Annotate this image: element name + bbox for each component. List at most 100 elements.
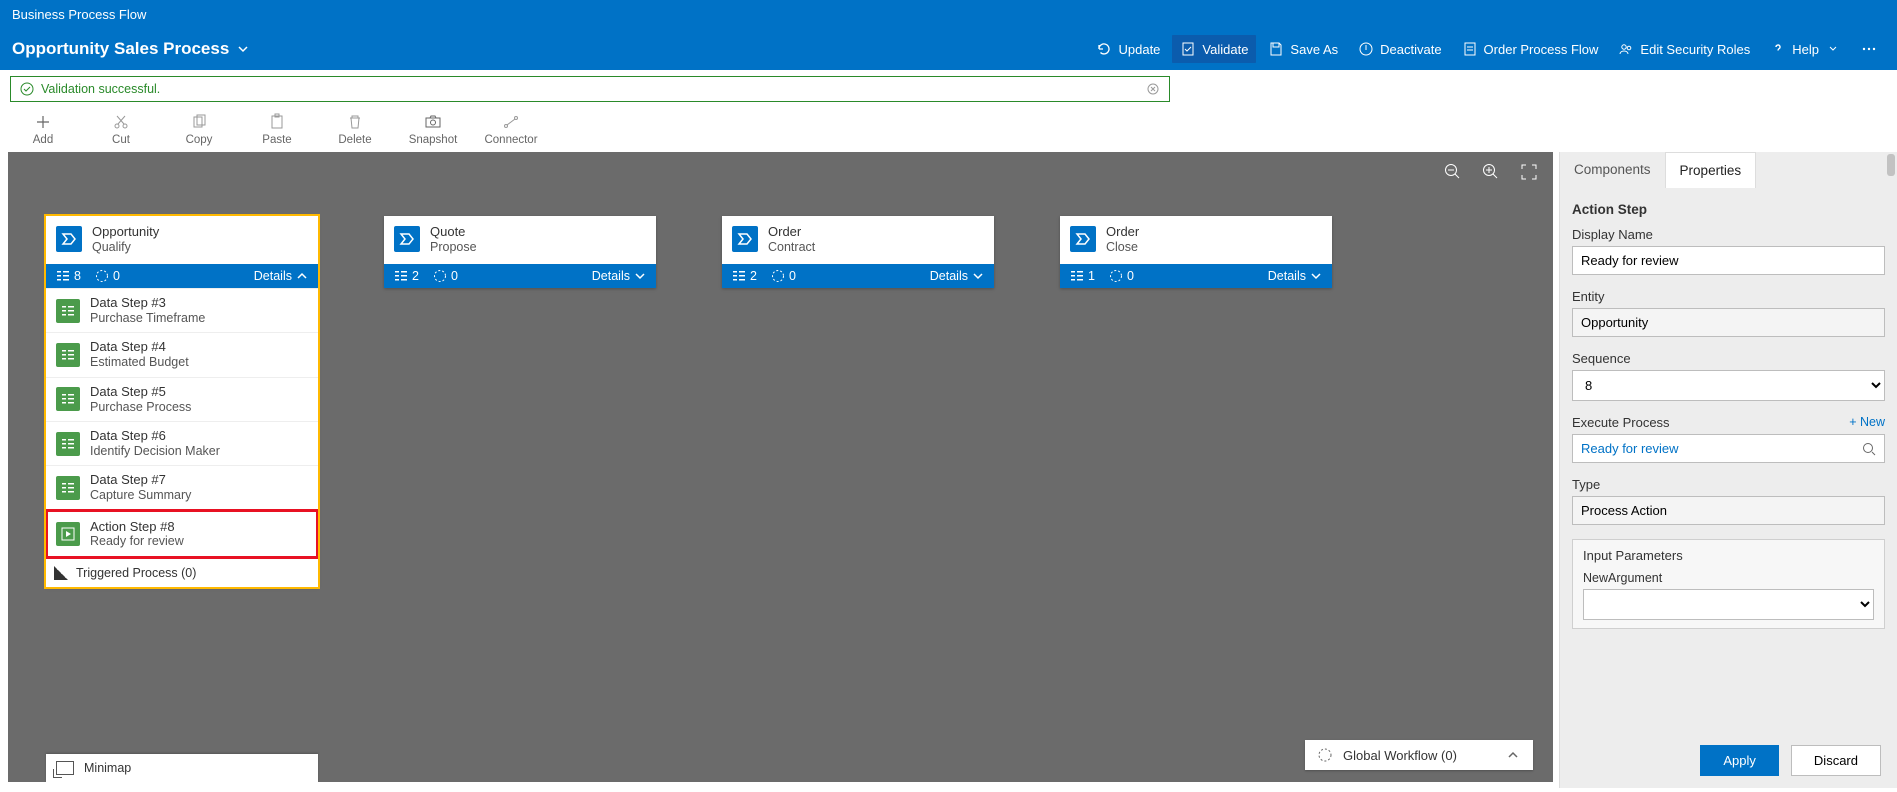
app-title: Business Process Flow	[12, 7, 146, 22]
camera-icon	[423, 112, 443, 132]
chevron-icon	[972, 270, 984, 282]
chevron-icon	[1310, 270, 1322, 282]
copy-icon	[189, 112, 209, 132]
step-title: Data Step #5	[90, 385, 191, 400]
help-button[interactable]: Help	[1762, 35, 1849, 63]
cut-tool[interactable]: Cut	[96, 108, 146, 146]
order-process-button[interactable]: Order Process Flow	[1454, 35, 1607, 63]
panel-scrollbar[interactable]	[1887, 154, 1895, 738]
panel-heading: Action Step	[1572, 202, 1885, 217]
step-title: Data Step #6	[90, 429, 220, 444]
data-step[interactable]: Data Step #3Purchase Timeframe	[46, 288, 318, 332]
minimap-icon	[56, 761, 74, 775]
details-toggle[interactable]: Details	[592, 269, 646, 283]
deactivate-button[interactable]: Deactivate	[1350, 35, 1449, 63]
details-toggle[interactable]: Details	[254, 269, 308, 283]
paste-tool[interactable]: Paste	[252, 108, 302, 146]
process-name-dropdown[interactable]: Opportunity Sales Process	[12, 39, 251, 59]
more-icon	[1861, 41, 1877, 57]
zoom-out-icon[interactable]	[1443, 162, 1463, 182]
data-step[interactable]: Data Step #7Capture Summary	[46, 465, 318, 509]
type-input	[1572, 496, 1885, 525]
list-icon	[56, 387, 80, 411]
save-as-button[interactable]: Save As	[1260, 35, 1346, 63]
execute-process-label: Execute Process+ New	[1572, 415, 1885, 430]
stage-card[interactable]: OrderContract20Details	[722, 216, 994, 288]
details-toggle[interactable]: Details	[930, 269, 984, 283]
zoom-in-icon[interactable]	[1481, 162, 1501, 182]
snapshot-tool[interactable]: Snapshot	[408, 108, 458, 146]
connector-tool[interactable]: Connector	[486, 108, 536, 146]
list-icon	[56, 343, 80, 367]
more-button[interactable]	[1853, 35, 1885, 63]
triggered-label: Triggered Process (0)	[76, 566, 196, 580]
minimap-label: Minimap	[84, 761, 131, 775]
stage-title: Order	[1106, 225, 1139, 240]
display-name-input[interactable]	[1572, 246, 1885, 275]
tab-properties[interactable]: Properties	[1665, 152, 1757, 188]
stage-card[interactable]: QuotePropose20Details	[384, 216, 656, 288]
workflow-count: 0	[433, 269, 458, 283]
connector-icon	[501, 112, 521, 132]
check-circle-icon	[19, 81, 35, 97]
validate-button[interactable]: Validate	[1172, 35, 1256, 63]
stage-card[interactable]: OrderClose10Details	[1060, 216, 1332, 288]
process-name-label: Opportunity Sales Process	[12, 39, 229, 59]
data-step[interactable]: Data Step #4Estimated Budget	[46, 332, 318, 376]
deactivate-label: Deactivate	[1380, 42, 1441, 57]
triggered-process-row[interactable]: Triggered Process (0)	[46, 558, 318, 587]
workflow-count: 0	[771, 269, 796, 283]
list-icon	[56, 432, 80, 456]
action-step[interactable]: Action Step #8Ready for review	[46, 510, 318, 558]
save-icon	[1268, 41, 1284, 57]
copy-label: Copy	[186, 134, 213, 146]
play-icon	[56, 522, 80, 546]
step-field: Capture Summary	[90, 488, 191, 502]
step-field: Ready for review	[90, 534, 184, 548]
type-label: Type	[1572, 477, 1885, 492]
deactivate-icon	[1358, 41, 1374, 57]
cut-label: Cut	[112, 134, 130, 146]
data-step[interactable]: Data Step #5Purchase Process	[46, 377, 318, 421]
param-value-select[interactable]	[1583, 589, 1874, 620]
chevron-icon	[634, 270, 646, 282]
delete-tool[interactable]: Delete	[330, 108, 380, 146]
add-label: Add	[33, 134, 53, 146]
close-icon[interactable]	[1145, 81, 1161, 97]
minimap-toggle[interactable]: Minimap	[46, 754, 318, 782]
tab-components[interactable]: Components	[1560, 152, 1665, 188]
edit-toolbar: Add Cut Copy Paste Delete Snapshot Conne…	[0, 108, 1897, 152]
new-process-link[interactable]: + New	[1849, 415, 1885, 429]
update-label: Update	[1118, 42, 1160, 57]
stage-card[interactable]: OpportunityQualify80DetailsData Step #3P…	[46, 216, 318, 587]
global-workflow-toggle[interactable]: Global Workflow (0)	[1305, 740, 1533, 770]
details-toggle[interactable]: Details	[1268, 269, 1322, 283]
triangle-icon	[54, 566, 68, 580]
people-icon	[1618, 41, 1634, 57]
sequence-select[interactable]: 8	[1572, 370, 1885, 401]
step-field: Purchase Process	[90, 400, 191, 414]
step-field: Estimated Budget	[90, 355, 189, 369]
list-icon	[56, 476, 80, 500]
entity-label: Entity	[1572, 289, 1885, 304]
input-parameters-box: Input Parameters NewArgument	[1572, 539, 1885, 629]
chevron-down-icon	[235, 41, 251, 57]
apply-button[interactable]: Apply	[1700, 745, 1779, 776]
discard-button[interactable]: Discard	[1791, 745, 1881, 776]
execute-process-input[interactable]	[1572, 434, 1885, 463]
fit-screen-icon[interactable]	[1519, 162, 1539, 182]
add-tool[interactable]: Add	[18, 108, 68, 146]
design-canvas[interactable]: OpportunityQualify80DetailsData Step #3P…	[8, 152, 1553, 782]
clipboard-check-icon	[1180, 41, 1196, 57]
search-icon[interactable]	[1861, 441, 1877, 457]
workflow-icon	[1317, 747, 1333, 763]
stage-icon	[56, 226, 82, 252]
stage-title: Opportunity	[92, 225, 159, 240]
stage-icon	[394, 226, 420, 252]
copy-tool[interactable]: Copy	[174, 108, 224, 146]
update-button[interactable]: Update	[1088, 35, 1168, 63]
validate-label: Validate	[1202, 42, 1248, 57]
data-step[interactable]: Data Step #6Identify Decision Maker	[46, 421, 318, 465]
chevron-icon	[296, 270, 308, 282]
security-roles-button[interactable]: Edit Security Roles	[1610, 35, 1758, 63]
